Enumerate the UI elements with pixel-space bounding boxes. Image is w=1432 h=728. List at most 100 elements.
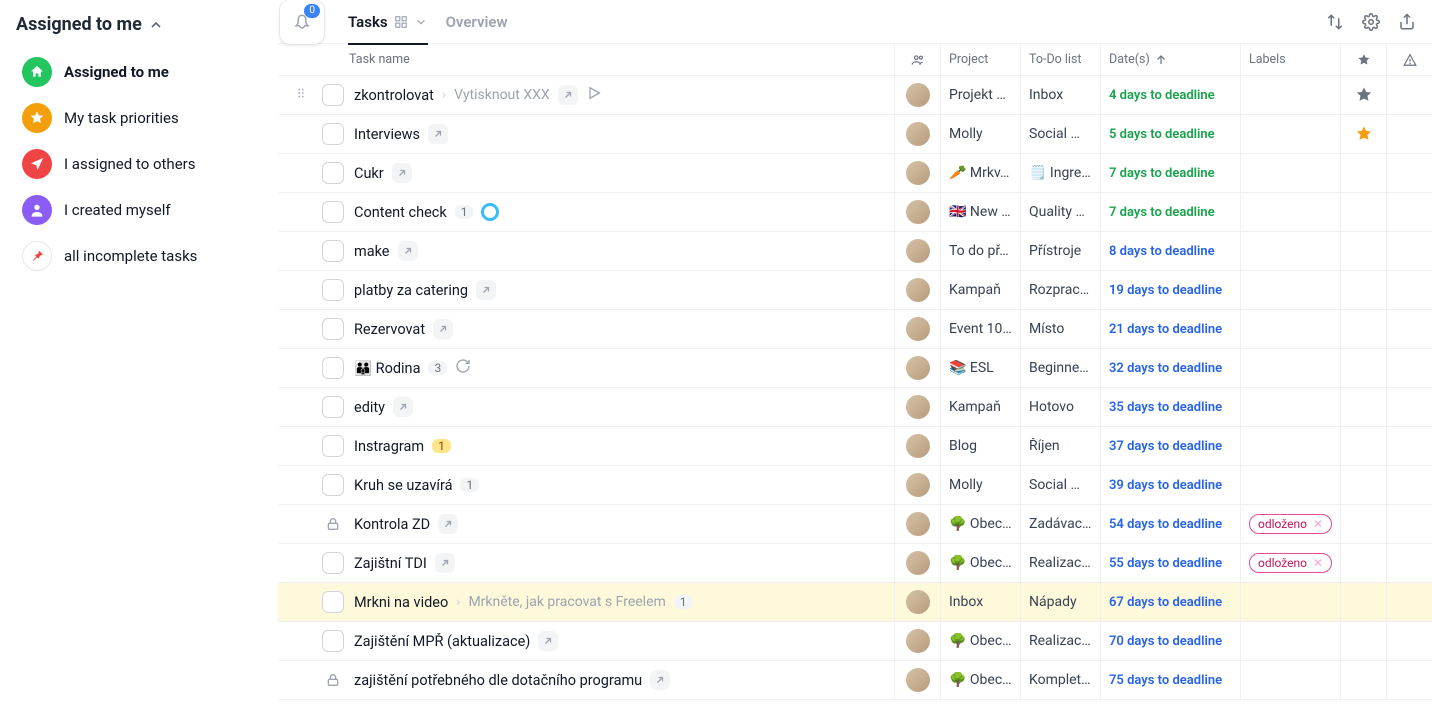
task-checkbox[interactable] bbox=[322, 318, 344, 340]
task-checkbox[interactable] bbox=[322, 84, 344, 106]
settings-button[interactable] bbox=[1360, 11, 1382, 33]
share-button[interactable] bbox=[1396, 11, 1418, 33]
assignee-cell[interactable] bbox=[894, 154, 940, 192]
tab-tasks[interactable]: Tasks bbox=[348, 0, 428, 44]
labels-cell[interactable] bbox=[1240, 622, 1340, 660]
todo-cell[interactable]: Social m… bbox=[1020, 115, 1100, 153]
table-row[interactable]: InterviewsMollySocial m…5 days to deadli… bbox=[278, 115, 1432, 154]
assignee-cell[interactable] bbox=[894, 505, 940, 543]
table-row[interactable]: platby za cateringKampaňRozprac…19 days … bbox=[278, 271, 1432, 310]
warning-cell[interactable] bbox=[1386, 271, 1432, 309]
labels-cell[interactable]: odloženo✕ bbox=[1240, 544, 1340, 582]
project-cell[interactable]: 🌳 Obec … bbox=[940, 661, 1020, 699]
table-row[interactable]: edityKampaňHotovo35 days to deadline bbox=[278, 388, 1432, 427]
project-cell[interactable]: Molly bbox=[940, 115, 1020, 153]
assignee-cell[interactable] bbox=[894, 583, 940, 621]
project-cell[interactable]: Inbox bbox=[940, 583, 1020, 621]
assignee-cell[interactable] bbox=[894, 232, 940, 270]
star-cell[interactable] bbox=[1340, 661, 1386, 699]
todo-cell[interactable]: Místo bbox=[1020, 310, 1100, 348]
task-checkbox[interactable] bbox=[322, 162, 344, 184]
task-name[interactable]: 👪 Rodina bbox=[354, 360, 420, 377]
task-name[interactable]: Cukr bbox=[354, 165, 384, 182]
open-link-icon[interactable] bbox=[428, 124, 448, 144]
table-row[interactable]: makeTo do př…Přístroje8 days to deadline bbox=[278, 232, 1432, 271]
star-cell[interactable] bbox=[1340, 76, 1386, 114]
labels-cell[interactable] bbox=[1240, 388, 1340, 426]
star-cell[interactable] bbox=[1340, 388, 1386, 426]
task-name[interactable]: Zajištní TDI bbox=[354, 555, 427, 572]
project-cell[interactable]: Kampaň bbox=[940, 271, 1020, 309]
sidebar-item-3[interactable]: I created myself bbox=[16, 189, 266, 231]
sidebar-item-1[interactable]: My task priorities bbox=[16, 97, 266, 139]
warning-cell[interactable] bbox=[1386, 388, 1432, 426]
labels-cell[interactable] bbox=[1240, 154, 1340, 192]
open-link-icon[interactable] bbox=[392, 163, 412, 183]
warning-cell[interactable] bbox=[1386, 622, 1432, 660]
project-cell[interactable]: To do př… bbox=[940, 232, 1020, 270]
warning-cell[interactable] bbox=[1386, 193, 1432, 231]
sidebar-title[interactable]: Assigned to me bbox=[16, 14, 266, 35]
todo-cell[interactable]: Nápady bbox=[1020, 583, 1100, 621]
task-checkbox[interactable] bbox=[322, 435, 344, 457]
star-cell[interactable] bbox=[1340, 271, 1386, 309]
table-row[interactable]: RezervovatEvent 10…Místo21 days to deadl… bbox=[278, 310, 1432, 349]
assignee-cell[interactable] bbox=[894, 193, 940, 231]
table-row[interactable]: Kontrola ZD🌳 Obec …Zadávac…54 days to de… bbox=[278, 505, 1432, 544]
table-row[interactable]: Content check1🇬🇧 New …Quality …7 days to… bbox=[278, 193, 1432, 232]
warning-cell[interactable] bbox=[1386, 427, 1432, 465]
warning-cell[interactable] bbox=[1386, 505, 1432, 543]
project-cell[interactable]: Projekt … bbox=[940, 76, 1020, 114]
todo-cell[interactable]: Quality … bbox=[1020, 193, 1100, 231]
task-checkbox[interactable] bbox=[322, 630, 344, 652]
star-cell[interactable] bbox=[1340, 232, 1386, 270]
task-checkbox[interactable] bbox=[322, 357, 344, 379]
table-row[interactable]: Instragram1BlogŘíjen37 days to deadline bbox=[278, 427, 1432, 466]
labels-cell[interactable] bbox=[1240, 349, 1340, 387]
table-row[interactable]: zajištění potřebného dle dotačního progr… bbox=[278, 661, 1432, 700]
assignee-cell[interactable] bbox=[894, 76, 940, 114]
label-pill[interactable]: odloženo✕ bbox=[1249, 514, 1332, 534]
star-cell[interactable] bbox=[1340, 466, 1386, 504]
col-todo[interactable]: To-Do list bbox=[1020, 44, 1100, 75]
warning-cell[interactable] bbox=[1386, 544, 1432, 582]
todo-cell[interactable]: 🗒️ Ingre… bbox=[1020, 154, 1100, 192]
open-link-icon[interactable] bbox=[558, 85, 578, 105]
remove-label-icon[interactable]: ✕ bbox=[1313, 517, 1323, 531]
star-cell[interactable] bbox=[1340, 154, 1386, 192]
project-cell[interactable]: 📚 ESL bbox=[940, 349, 1020, 387]
open-link-icon[interactable] bbox=[398, 241, 418, 261]
assignee-cell[interactable] bbox=[894, 466, 940, 504]
todo-cell[interactable]: Zadávac… bbox=[1020, 505, 1100, 543]
open-link-icon[interactable] bbox=[476, 280, 496, 300]
assignee-cell[interactable] bbox=[894, 349, 940, 387]
task-checkbox[interactable] bbox=[322, 591, 344, 613]
star-cell[interactable] bbox=[1340, 622, 1386, 660]
todo-cell[interactable]: Říjen bbox=[1020, 427, 1100, 465]
col-project[interactable]: Project bbox=[940, 44, 1020, 75]
assignee-cell[interactable] bbox=[894, 271, 940, 309]
sort-button[interactable] bbox=[1324, 11, 1346, 33]
project-cell[interactable]: Blog bbox=[940, 427, 1020, 465]
open-link-icon[interactable] bbox=[538, 631, 558, 651]
task-name[interactable]: zkontrolovat bbox=[354, 87, 434, 104]
task-name[interactable]: edity bbox=[354, 399, 385, 416]
labels-cell[interactable] bbox=[1240, 427, 1340, 465]
drag-handle-icon[interactable] bbox=[294, 86, 312, 104]
task-name[interactable]: Interviews bbox=[354, 126, 420, 143]
table-row[interactable]: Cukr🥕 Mrkv…🗒️ Ingre…7 days to deadline bbox=[278, 154, 1432, 193]
sidebar-item-0[interactable]: Assigned to me bbox=[16, 51, 266, 93]
assignee-cell[interactable] bbox=[894, 310, 940, 348]
task-name[interactable]: Kontrola ZD bbox=[354, 516, 430, 533]
notifications-button[interactable]: 0 bbox=[280, 0, 324, 44]
warning-cell[interactable] bbox=[1386, 310, 1432, 348]
task-checkbox[interactable] bbox=[322, 240, 344, 262]
task-checkbox[interactable] bbox=[322, 552, 344, 574]
star-cell[interactable] bbox=[1340, 583, 1386, 621]
warning-cell[interactable] bbox=[1386, 466, 1432, 504]
col-star[interactable] bbox=[1340, 44, 1386, 75]
open-link-icon[interactable] bbox=[433, 319, 453, 339]
todo-cell[interactable]: Realizac… bbox=[1020, 544, 1100, 582]
col-assignee[interactable] bbox=[894, 44, 940, 75]
assignee-cell[interactable] bbox=[894, 388, 940, 426]
